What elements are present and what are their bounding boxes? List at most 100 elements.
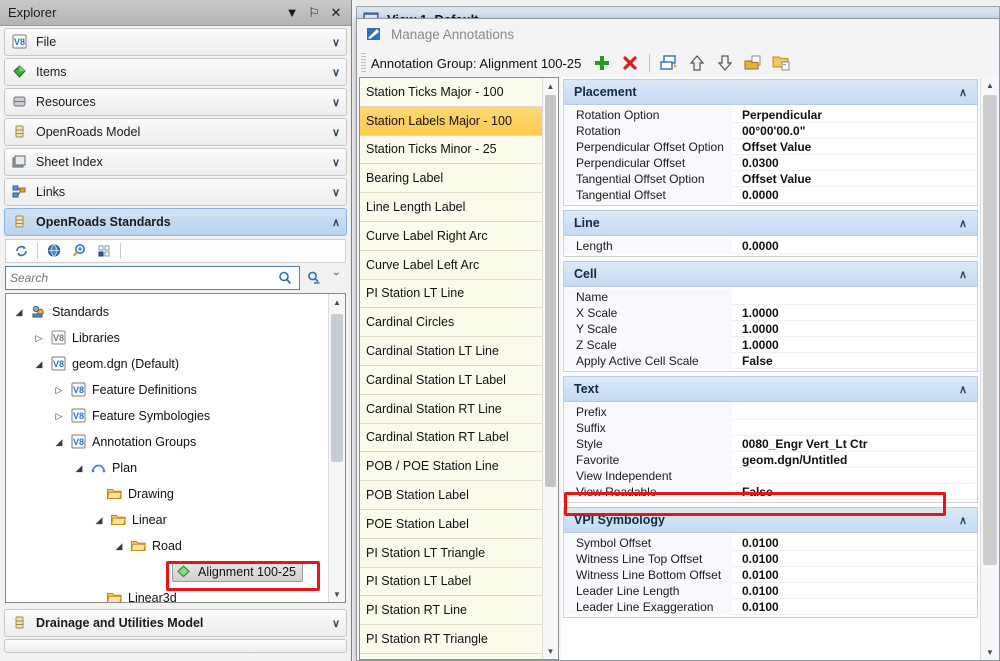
property-value[interactable]: 0.0100 — [732, 535, 977, 551]
property-value[interactable] — [732, 289, 977, 305]
sidebar-item-openroads-model[interactable]: OpenRoads Model ∨ — [4, 118, 347, 146]
property-value[interactable]: 1.0000 — [732, 321, 977, 337]
property-row[interactable]: X Scale 1.0000 — [564, 305, 977, 321]
property-row[interactable]: Rotation Option Perpendicular — [564, 107, 977, 123]
property-value[interactable] — [732, 404, 977, 420]
property-row[interactable]: View Independent — [564, 468, 977, 484]
property-row[interactable]: Symbol Offset 0.0100 — [564, 535, 977, 551]
property-value[interactable]: False — [732, 353, 977, 369]
tree-twisty-icon[interactable]: ◢ — [92, 513, 106, 527]
explorer-dropdown-icon[interactable]: ▼ — [281, 2, 303, 24]
property-value[interactable]: 0.0100 — [732, 583, 977, 599]
tree-twisty-icon[interactable]: ◢ — [112, 539, 126, 553]
scroll-down-arrow-icon[interactable]: ▼ — [543, 643, 558, 659]
tree-node-alignment-100-25[interactable]: Alignment 100-25 — [6, 559, 328, 585]
group-header-line[interactable]: Line ∧ — [563, 210, 978, 236]
sidebar-item-items[interactable]: Items ∨ — [4, 58, 347, 86]
property-value[interactable]: 0.0000 — [732, 187, 977, 203]
list-item[interactable]: PI Station LT Line — [360, 279, 542, 309]
property-value[interactable]: Offset Value — [732, 139, 977, 155]
advanced-search-icon[interactable] — [303, 267, 323, 289]
sidebar-item-links[interactable]: Links ∨ — [4, 178, 347, 206]
property-value[interactable]: 0080_Engr Vert_Lt Ctr — [732, 436, 977, 452]
property-value[interactable]: 0.0100 — [732, 567, 977, 583]
tree-node-road[interactable]: ◢ Road — [6, 533, 328, 559]
sidebar-item-drainage-and-utilities-model[interactable]: Drainage and Utilities Model ∨ — [4, 609, 347, 637]
list-item[interactable]: Cardinal Station LT Label — [360, 365, 542, 395]
property-value[interactable]: 1.0000 — [732, 337, 977, 353]
property-row[interactable]: Length 0.0000 — [564, 238, 977, 254]
group-header-placement[interactable]: Placement ∧ — [563, 79, 978, 105]
sidebar-item-openroads-standards[interactable]: OpenRoads Standards ∧ — [4, 208, 347, 236]
refresh-icon[interactable] — [10, 241, 32, 261]
tree-twisty-icon[interactable]: ▷ — [32, 331, 46, 345]
tree-scrollbar[interactable]: ▲ ▼ — [328, 294, 345, 602]
scroll-down-arrow-icon[interactable]: ▼ — [981, 644, 999, 660]
property-row[interactable]: Tangential Offset 0.0000 — [564, 187, 977, 203]
search-input[interactable] — [10, 271, 275, 285]
save-to-library-button[interactable] — [740, 51, 766, 75]
delete-annotation-button[interactable] — [617, 51, 643, 75]
list-item[interactable]: Cardinal Circles — [360, 308, 542, 338]
toolbar-grip[interactable] — [361, 53, 366, 73]
property-row[interactable]: Perpendicular Offset 0.0300 — [564, 155, 977, 171]
tree-node-feature-symbologies[interactable]: ▷ V8 Feature Symbologies — [6, 403, 328, 429]
tree-node-selected-wrapper[interactable]: Alignment 100-25 — [172, 562, 303, 582]
list-item[interactable]: Line Length Label — [360, 193, 542, 222]
group-header-cell[interactable]: Cell ∧ — [563, 261, 978, 287]
tree-twisty-icon[interactable]: ◢ — [12, 305, 26, 319]
tree-node-libraries[interactable]: ▷ V8 Libraries — [6, 325, 328, 351]
property-row[interactable]: Perpendicular Offset Option Offset Value — [564, 139, 977, 155]
move-up-button[interactable] — [684, 51, 710, 75]
list-item[interactable]: Station Ticks Major - 100 — [360, 78, 542, 107]
list-item[interactable]: Bearing Label — [360, 164, 542, 194]
import-button[interactable] — [768, 51, 794, 75]
tree-twisty-icon[interactable]: ◢ — [32, 357, 46, 371]
property-row[interactable]: Witness Line Bottom Offset 0.0100 — [564, 567, 977, 583]
property-row[interactable]: Tangential Offset Option Offset Value — [564, 171, 977, 187]
property-row[interactable]: Y Scale 1.0000 — [564, 321, 977, 337]
tree-node-linear[interactable]: ◢ Linear — [6, 507, 328, 533]
list-item[interactable]: PI Station RT Line — [360, 596, 542, 626]
explorer-close-icon[interactable]: ✕ — [325, 2, 347, 24]
zoom-magnifier-icon[interactable] — [68, 241, 90, 261]
property-row[interactable]: Suffix — [564, 420, 977, 436]
tree-node-feature-definitions[interactable]: ▷ V8 Feature Definitions — [6, 377, 328, 403]
property-value[interactable]: 0.0100 — [732, 551, 977, 567]
tree-node-drawing[interactable]: Drawing — [6, 481, 328, 507]
tree-node-standards[interactable]: ◢ Standards — [6, 299, 328, 325]
tree-node-plan[interactable]: ◢ Plan — [6, 455, 328, 481]
explorer-pin-icon[interactable]: ⚐ — [303, 2, 325, 24]
search-box[interactable] — [5, 266, 300, 290]
property-row-style[interactable]: Style 0080_Engr Vert_Lt Ctr — [564, 436, 977, 452]
property-value[interactable] — [732, 468, 977, 484]
property-value[interactable]: False — [732, 484, 977, 500]
list-item[interactable]: Cardinal Station RT Label — [360, 423, 542, 453]
layout-grid-icon[interactable] — [93, 241, 115, 261]
list-item[interactable]: Curve Label Left Arc — [360, 250, 542, 280]
list-item[interactable]: Curve Label Right Arc — [360, 221, 542, 251]
scrollbar-thumb[interactable] — [545, 95, 556, 487]
property-row[interactable]: Name — [564, 289, 977, 305]
list-item[interactable]: POB / POE Station Line — [360, 452, 542, 482]
move-down-button[interactable] — [712, 51, 738, 75]
scrollbar-thumb[interactable] — [983, 95, 997, 565]
list-item[interactable]: POB Station Label — [360, 481, 542, 510]
sidebar-item-sheet-index[interactable]: Sheet Index ∨ — [4, 148, 347, 176]
property-value[interactable] — [732, 420, 977, 436]
sidebar-item-resources[interactable]: Resources ∨ — [4, 88, 347, 116]
group-header-vpi-symbology[interactable]: VPI Symbology ∧ — [563, 507, 978, 533]
duplicate-annotation-button[interactable] — [656, 51, 682, 75]
list-item[interactable]: POE Station Label — [360, 509, 542, 539]
scroll-down-arrow-icon[interactable]: ▼ — [329, 586, 345, 602]
sidebar-item-extra[interactable] — [4, 639, 347, 653]
property-value[interactable]: Perpendicular — [732, 107, 977, 123]
property-row-favorite[interactable]: Favorite geom.dgn/Untitled — [564, 452, 977, 468]
scrollbar-thumb[interactable] — [331, 314, 343, 462]
property-row[interactable]: Apply Active Cell Scale False — [564, 353, 977, 369]
property-row[interactable]: Leader Line Exaggeration 0.0100 — [564, 599, 977, 615]
property-value[interactable]: Offset Value — [732, 171, 977, 187]
dialog-titlebar[interactable]: Manage Annotations — [357, 19, 999, 49]
property-row[interactable]: Prefix — [564, 404, 977, 420]
preview-globe-icon[interactable] — [43, 241, 65, 261]
